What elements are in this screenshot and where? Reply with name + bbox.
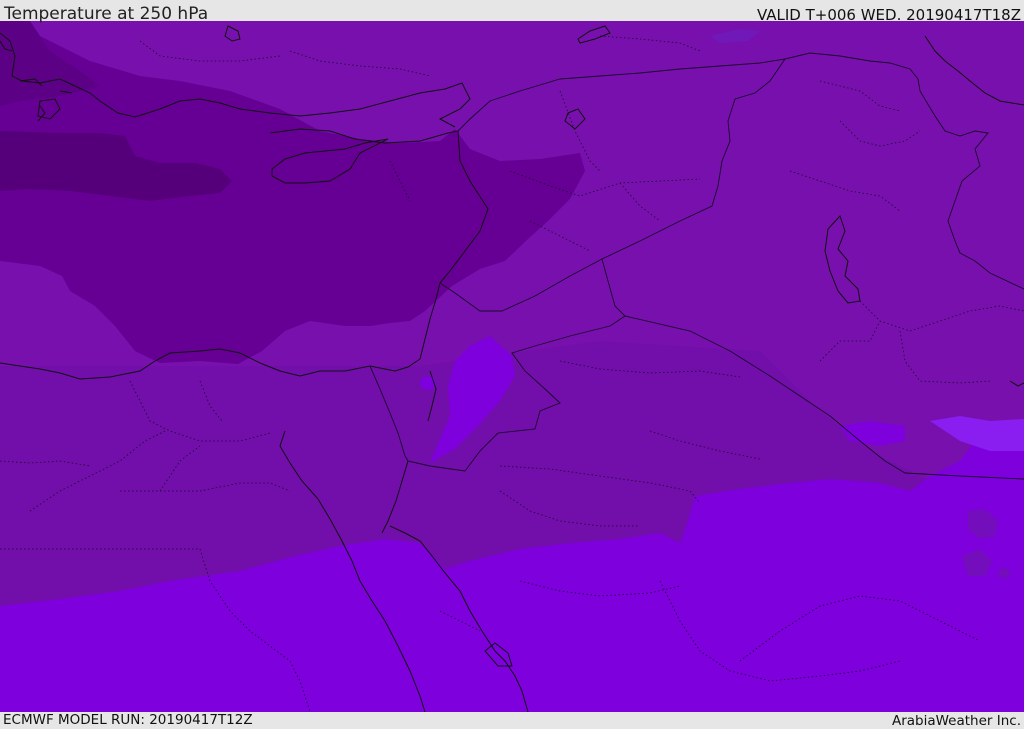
credit-label: ArabiaWeather Inc. [891, 713, 1021, 729]
model-run-label: ECMWF MODEL RUN: 20190417T12Z [3, 712, 253, 728]
weather-map-frame: Temperature at 250 hPa VALID T+006 WED. … [0, 0, 1024, 729]
map-area [0, 21, 1024, 712]
footer-bar: ECMWF MODEL RUN: 20190417T12Z ArabiaWeat… [0, 712, 1024, 729]
map-title: Temperature at 250 hPa [4, 4, 209, 24]
temperature-map [0, 21, 1024, 712]
header-bar: Temperature at 250 hPa VALID T+006 WED. … [0, 0, 1024, 24]
temperature-mid-blob-3 [998, 568, 1010, 578]
valid-time: VALID T+006 WED. 20190417T18Z [756, 6, 1021, 24]
